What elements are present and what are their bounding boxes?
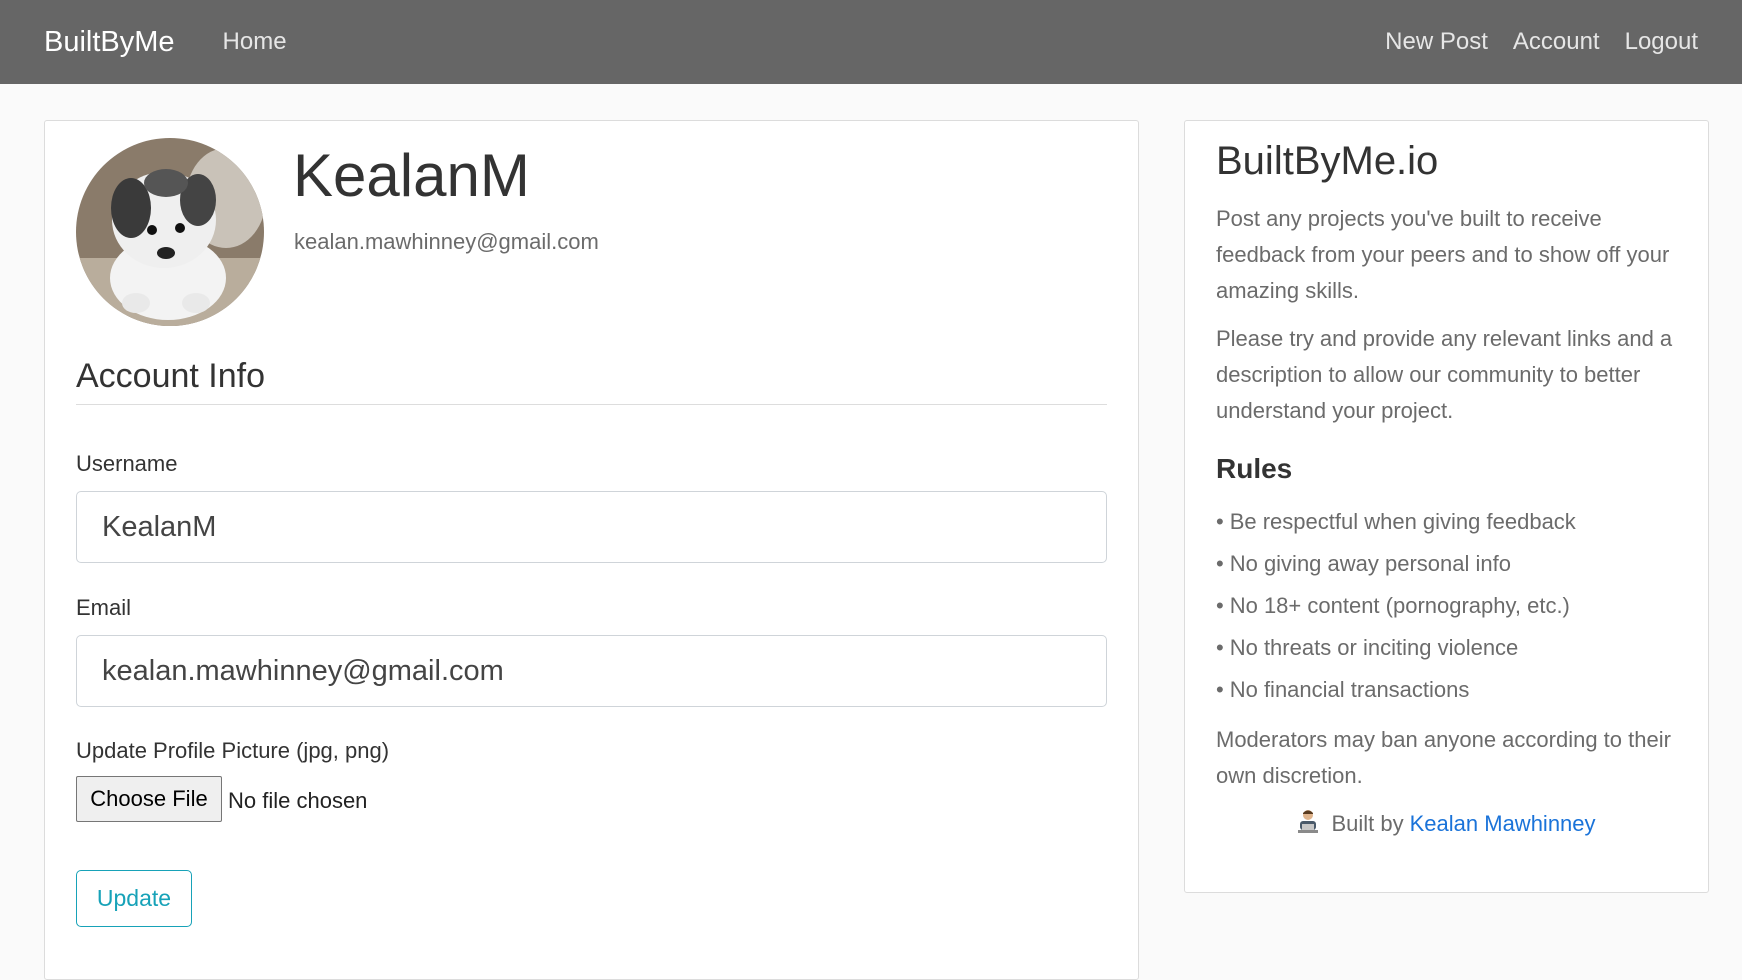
list-item: • No 18+ content (pornography, etc.) — [1216, 593, 1570, 618]
sidebar-instructions: Please try and provide any relevant link… — [1216, 326, 1673, 423]
email-input[interactable] — [76, 635, 1107, 707]
dog-avatar-image — [76, 138, 264, 326]
nav-logout[interactable]: Logout — [1625, 28, 1698, 56]
footer-credit: Built by Kealan Mawhinney — [1185, 809, 1708, 839]
info-sidebar: BuiltByMe.io Post any projects you've bu… — [1184, 120, 1709, 893]
sidebar-title: BuiltByMe.io — [1216, 139, 1439, 183]
profile-name: KealanM — [293, 142, 530, 209]
username-label: Username — [76, 451, 178, 476]
navbar: BuiltByMe Home New Post Account Logout — [0, 0, 1742, 84]
list-item: • No financial transactions — [1216, 677, 1470, 702]
file-status: No file chosen — [228, 788, 368, 813]
username-input[interactable] — [76, 491, 1107, 563]
update-button[interactable]: Update — [76, 870, 192, 927]
rules-list: • Be respectful when giving feedback • No … — [1216, 501, 1576, 711]
list-item: • No giving away personal info — [1216, 551, 1511, 576]
section-title: Account Info — [76, 357, 266, 395]
profile-picture-label: Update Profile Picture (jpg, png) — [76, 738, 390, 763]
list-item: • Be respectful when giving feedback — [1216, 509, 1576, 534]
account-card: KealanM kealan.mawhinney@gmail.com Accou… — [44, 120, 1139, 980]
nav-home[interactable]: Home — [223, 28, 287, 56]
rules-title: Rules — [1216, 453, 1293, 484]
section-divider — [76, 404, 1107, 405]
profile-email: kealan.mawhinney@gmail.com — [294, 229, 599, 254]
email-label: Email — [76, 595, 132, 620]
list-item: • No threats or inciting violence — [1216, 635, 1519, 660]
credit-author-link[interactable]: Kealan Mawhinney — [1410, 811, 1596, 837]
nav-right-group: New Post Account Logout — [1385, 28, 1698, 56]
choose-file-button[interactable]: Choose File — [76, 776, 222, 822]
sidebar-intro: Post any projects you've built to receiv… — [1216, 206, 1670, 303]
moderation-note: Moderators may ban anyone according to t… — [1216, 727, 1671, 788]
technologist-icon — [1297, 809, 1319, 839]
brand-link[interactable]: BuiltByMe — [44, 26, 175, 59]
nav-new-post[interactable]: New Post — [1385, 28, 1488, 56]
nav-account[interactable]: Account — [1513, 28, 1600, 56]
credit-prefix: Built by — [1331, 811, 1404, 836]
